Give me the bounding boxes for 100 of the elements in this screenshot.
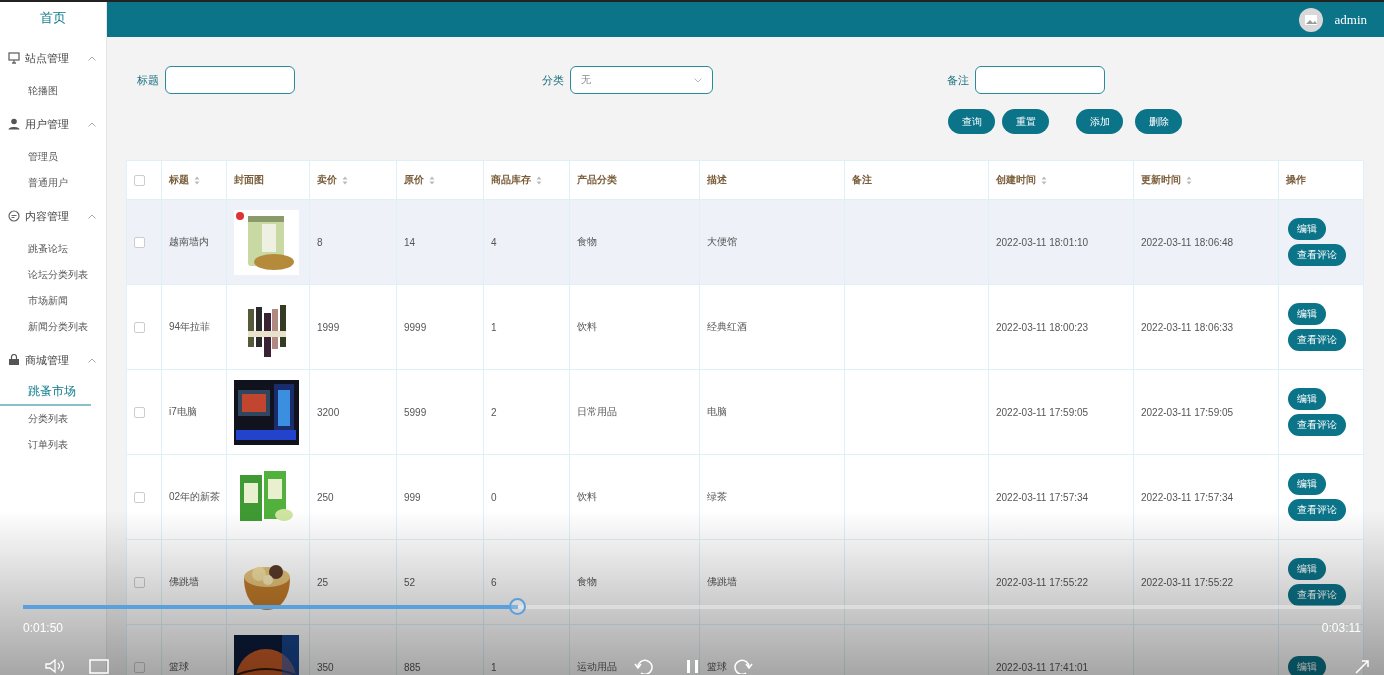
table-cell: i7电脑	[169, 406, 197, 417]
table-cell: 2022-03-11 18:06:33	[1141, 321, 1234, 333]
comments-button[interactable]: 查看评论	[1288, 329, 1346, 351]
table-row[interactable]: i7电脑 3200 5999 2 日常用品 电脑 2022-03-11 17:59:05 2022-03-11 17:59:05 编辑 查看评论	[126, 369, 1364, 455]
checkbox[interactable]	[134, 174, 145, 186]
table-cell: 2022-03-11 18:01:10	[996, 236, 1089, 248]
menu-item[interactable]: 论坛分类列表	[0, 262, 106, 288]
menu-group[interactable]: 用户管理	[0, 104, 106, 144]
action-button[interactable]: 删除	[1135, 109, 1182, 134]
menu-item[interactable]: 普通用户	[0, 170, 106, 196]
menu-item[interactable]: 订单列表	[0, 432, 106, 458]
action-button[interactable]: 添加	[1076, 109, 1123, 134]
elapsed-time: 0:01:50	[23, 621, 64, 635]
checkbox[interactable]	[134, 406, 145, 418]
menu-group[interactable]: 商城管理	[0, 340, 106, 380]
edit-button[interactable]: 编辑	[1288, 656, 1326, 675]
table-cell: 5999	[404, 406, 427, 418]
checkbox[interactable]	[134, 491, 145, 503]
table-cell: 食物	[577, 576, 597, 587]
table-cell: 2022-03-11 18:06:48	[1141, 236, 1234, 248]
edit-button[interactable]: 编辑	[1288, 218, 1326, 240]
menu-item[interactable]: 市场新闻	[0, 288, 106, 314]
column-header: 标题	[169, 173, 189, 187]
menu-item[interactable]: 管理员	[0, 144, 106, 170]
table-cell: 8	[317, 236, 323, 248]
table-cell: 3200	[317, 406, 340, 418]
table-cell: 0	[491, 491, 497, 503]
table-cell: 1999	[317, 321, 340, 333]
table-cell: 日常用品	[577, 406, 617, 417]
table-cell: 篮球	[169, 661, 189, 672]
monitor-icon	[8, 52, 20, 64]
edit-button[interactable]: 编辑	[1288, 388, 1326, 410]
table-cell: 25	[317, 576, 329, 588]
table-cell: 6	[491, 576, 497, 588]
expand-icon[interactable]	[1354, 659, 1370, 674]
column-header: 创建时间	[996, 173, 1036, 187]
checkbox[interactable]	[134, 576, 145, 588]
table-cell: 2022-03-11 17:57:34	[996, 491, 1089, 503]
column-header: 卖价	[317, 173, 337, 187]
home-link[interactable]: 首页	[0, 2, 106, 34]
comments-button[interactable]: 查看评论	[1288, 584, 1346, 606]
progress-handle[interactable]	[509, 598, 527, 615]
column-header: 备注	[852, 173, 872, 187]
table-row[interactable]: 94年拉菲 1999 9999 1 饮料 经典红酒 2022-03-11 18:00:23 2022-03-11 18:06:33 编辑 查看评论	[126, 284, 1364, 370]
menu-group[interactable]: 站点管理	[0, 38, 106, 78]
table-cell: 9999	[404, 321, 427, 333]
action-button[interactable]: 查询	[948, 109, 995, 134]
forward-icon[interactable]	[733, 659, 753, 674]
table-cell: 94年拉菲	[169, 321, 211, 332]
chevron-down-icon	[694, 77, 702, 83]
column-header: 产品分类	[577, 173, 617, 187]
action-button[interactable]: 重置	[1002, 109, 1049, 134]
volume-icon[interactable]	[45, 659, 65, 674]
table-row[interactable]: 越南墙内 8 14 4 食物 大便馆 2022-03-11 18:01:10 2022-03-11 18:06:48 编辑 查看评论	[126, 199, 1364, 285]
select-field[interactable]: 无	[570, 66, 713, 94]
edit-button[interactable]: 编辑	[1288, 558, 1326, 580]
edit-button[interactable]: 编辑	[1288, 303, 1326, 325]
menu-item[interactable]: 新闻分类列表	[0, 314, 106, 340]
column-header: 原价	[404, 173, 424, 187]
avatar-icon	[1298, 7, 1323, 32]
user-name: admin	[1334, 11, 1367, 28]
comments-button[interactable]: 查看评论	[1288, 414, 1346, 436]
table-cell: 4	[491, 236, 497, 248]
checkbox[interactable]	[134, 321, 145, 333]
menu-item[interactable]: 分类列表	[0, 406, 106, 432]
screen-icon[interactable]	[89, 659, 109, 674]
menu-item[interactable]: 轮播图	[0, 78, 106, 104]
table-cell: 篮球	[707, 661, 727, 672]
table-cell: 14	[404, 236, 416, 248]
input-field[interactable]	[975, 66, 1105, 94]
checkbox[interactable]	[134, 236, 145, 248]
table-cell: 越南墙内	[169, 236, 209, 247]
table-cell: 2022-03-11 17:55:22	[996, 576, 1089, 588]
table-cell: 2022-03-11 17:59:05	[996, 406, 1089, 418]
table-cell: 绿茶	[707, 491, 727, 502]
rewind-icon[interactable]	[634, 659, 654, 674]
table-row[interactable]: 02年的新茶 250 999 0 饮料 绿茶 2022-03-11 17:57:34 2022-03-11 17:57:34 编辑 查看评论	[126, 454, 1364, 540]
user-icon	[8, 118, 20, 130]
table-cell: 食物	[577, 236, 597, 247]
comments-button[interactable]: 查看评论	[1288, 244, 1346, 266]
menu-group[interactable]: 内容管理	[0, 196, 106, 236]
column-header: 描述	[707, 173, 727, 187]
comments-button[interactable]: 查看评论	[1288, 499, 1346, 521]
edit-button[interactable]: 编辑	[1288, 473, 1326, 495]
input-field[interactable]	[165, 66, 295, 94]
table-cell: 饮料	[577, 321, 597, 332]
table-cell: 999	[404, 491, 421, 503]
table-cell: 885	[404, 661, 421, 673]
table-cell: 02年的新茶	[169, 491, 221, 502]
checkbox[interactable]	[134, 661, 145, 673]
table-cell: 250	[317, 491, 334, 503]
menu-item[interactable]: 跳蚤论坛	[0, 236, 106, 262]
field-label: 备注	[947, 72, 970, 88]
column-header: 商品库存	[491, 173, 531, 187]
table-cell: 大便馆	[707, 236, 737, 247]
menu-item[interactable]: 跳蚤市场	[0, 380, 91, 406]
table-cell: 1	[491, 661, 497, 673]
field-label: 标题	[137, 72, 160, 88]
table-cell: 佛跳墙	[707, 576, 737, 587]
pause-icon[interactable]	[685, 659, 700, 674]
